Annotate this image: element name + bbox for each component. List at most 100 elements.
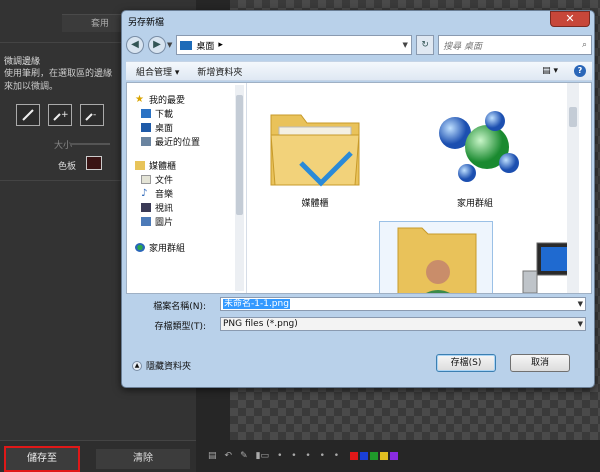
address-arrow[interactable]: ▸ (218, 40, 223, 50)
nav-music[interactable]: ♪ 音樂 (141, 187, 174, 201)
close-icon[interactable]: ✕ (550, 11, 590, 27)
download-folder-icon (141, 109, 151, 118)
filename-label: 檔案名稱(N): (153, 302, 206, 312)
scroll-thumb[interactable] (569, 107, 577, 127)
brush-icon[interactable] (16, 104, 40, 126)
chevron-down-icon[interactable]: ▼ (578, 318, 583, 330)
nav-label: 媒體櫃 (149, 162, 177, 172)
color-swatch[interactable] (86, 156, 102, 170)
star-icon: ★ (135, 94, 144, 105)
filetype-value: PNG files (*.png) (223, 319, 298, 329)
nav-documents[interactable]: 文件 (141, 173, 173, 186)
section-description: 使用筆刷，在選取區的邊緣 來加以微調。 (4, 69, 113, 92)
back-icon[interactable]: ◀ (126, 36, 144, 54)
command-bar: 組合管理 ▾ 新增資料夾 ▤ ▾ ? (126, 61, 592, 81)
file-item-homegroup[interactable]: 家用群組 (419, 93, 531, 209)
size-slider[interactable] (70, 143, 110, 145)
filetype-label: 存檔類型(T): (154, 322, 206, 332)
svg-text:-: - (93, 110, 96, 120)
color-blue[interactable] (360, 452, 369, 460)
flag-icon[interactable]: ▮▭ (256, 451, 269, 461)
save-as-dialog: 另存新檔 ✕ ◀ ▶ ▼ 桌面 ▸ ▼ ↻ 搜尋 桌面 ⌕ 組合管理 ▾ 新增資… (121, 10, 595, 388)
zoom-icon[interactable]: ▤ (208, 451, 217, 461)
file-label: 家用群組 (456, 199, 493, 209)
file-item-user[interactable] (379, 221, 493, 293)
browser-body: ★ 我的最愛 下載 桌面 最近的位置 媒體櫃 文件 ♪ 音樂 視訊 圖片 家用群… (126, 82, 592, 294)
chevron-down-icon[interactable]: ▼ (578, 298, 583, 310)
filename-value[interactable]: 未命名-1-1.png (223, 299, 290, 309)
clear-button[interactable]: 清除 (96, 449, 190, 469)
nav-homegroup[interactable]: 家用群組 (135, 241, 185, 254)
scroll-thumb[interactable] (236, 95, 243, 215)
color-green[interactable] (370, 452, 379, 460)
nav-videos[interactable]: 視訊 (141, 201, 173, 214)
file-scrollbar[interactable] (567, 83, 579, 293)
help-icon[interactable]: ? (574, 65, 586, 77)
forward-icon[interactable]: ▶ (147, 36, 166, 54)
dots: • • • • • (277, 451, 343, 461)
brush-tools: + - (16, 104, 104, 126)
rotate-icon[interactable]: ↶ (225, 451, 233, 461)
view-menu[interactable]: ▤ ▾ (542, 66, 558, 76)
address-dropdown-icon[interactable]: ▼ (399, 41, 411, 49)
file-item-libraries[interactable]: 媒體櫃 (259, 93, 371, 209)
nav-desktop[interactable]: 桌面 (141, 121, 173, 134)
nav-favorites[interactable]: ★ 我的最愛 (135, 93, 186, 107)
nav-label: 下載 (155, 110, 174, 120)
libraries-icon (135, 161, 145, 170)
organize-menu[interactable]: 組合管理 ▾ (136, 65, 179, 78)
video-icon (141, 203, 151, 212)
save-fields: 檔案名稱(N): 未命名-1-1.png ▼ 存檔類型(T): PNG file… (126, 297, 592, 337)
nav-pictures[interactable]: 圖片 (141, 215, 173, 228)
color-red[interactable] (350, 452, 359, 460)
document-icon (141, 175, 151, 184)
cancel-button[interactable]: 取消 (510, 354, 570, 372)
address-path[interactable]: 桌面 (196, 39, 214, 52)
user-folder-icon (397, 227, 477, 293)
file-label: 媒體櫃 (301, 199, 329, 209)
nav-label: 視訊 (155, 204, 174, 214)
chevron-up-icon: ▲ (132, 360, 142, 371)
svg-text:+: + (61, 110, 68, 120)
nav-label: 家用群組 (149, 244, 186, 254)
color-purple[interactable] (390, 452, 399, 460)
recent-places-icon (141, 137, 151, 146)
nav-recent[interactable]: 最近的位置 (141, 135, 200, 148)
hide-folders-toggle[interactable]: ▲ 隱藏資料夾 (132, 359, 191, 372)
color-palette (350, 452, 399, 460)
homegroup-icon (135, 243, 145, 252)
nav-label: 音樂 (155, 190, 174, 200)
music-icon: ♪ (141, 188, 148, 199)
save-to-button[interactable]: 儲存至 (4, 446, 80, 472)
search-input[interactable]: 搜尋 桌面 ⌕ (438, 35, 592, 55)
refresh-icon[interactable]: ↻ (416, 35, 435, 55)
nav-scrollbar[interactable] (235, 85, 244, 291)
desktop-icon (180, 40, 193, 50)
nav-label: 圖片 (155, 218, 174, 228)
navigation-row: ◀ ▶ ▼ 桌面 ▸ ▼ ↻ 搜尋 桌面 ⌕ (126, 33, 592, 57)
pen-icon[interactable]: ✎ (240, 451, 248, 461)
hide-folders-label: 隱藏資料夾 (146, 362, 192, 372)
navigation-pane: ★ 我的最愛 下載 桌面 最近的位置 媒體櫃 文件 ♪ 音樂 視訊 圖片 家用群… (127, 83, 247, 293)
pictures-icon (141, 217, 151, 226)
homegroup-spheres-icon (439, 111, 519, 182)
nav-libraries[interactable]: 媒體櫃 (135, 159, 176, 172)
filetype-select[interactable]: PNG files (*.png) ▼ (220, 317, 586, 331)
filename-input[interactable]: 未命名-1-1.png ▼ (220, 297, 586, 311)
nav-label: 我的最愛 (149, 96, 186, 106)
color-yellow[interactable] (380, 452, 389, 460)
nav-downloads[interactable]: 下載 (141, 107, 173, 120)
address-bar[interactable]: 桌面 ▸ ▼ (176, 35, 413, 55)
search-icon[interactable]: ⌕ (582, 40, 587, 50)
search-placeholder: 搜尋 桌面 (443, 41, 483, 52)
nav-label: 最近的位置 (155, 138, 201, 148)
desktop-icon (141, 123, 151, 132)
save-button[interactable]: 存檔(S) (436, 354, 496, 372)
history-dropdown-icon[interactable]: ▼ (167, 41, 172, 49)
file-list: 媒體櫃 家用群組 (249, 83, 579, 293)
brush-add-icon[interactable]: + (48, 104, 72, 126)
brush-subtract-icon[interactable]: - (80, 104, 104, 126)
section-title: 微調邊緣 (4, 57, 41, 67)
new-folder-button[interactable]: 新增資料夾 (197, 65, 242, 78)
app-window: 套用 微調邊緣 使用筆刷，在選取區的邊緣 來加以微調。 + - 大小 色板 儲存… (0, 0, 600, 472)
